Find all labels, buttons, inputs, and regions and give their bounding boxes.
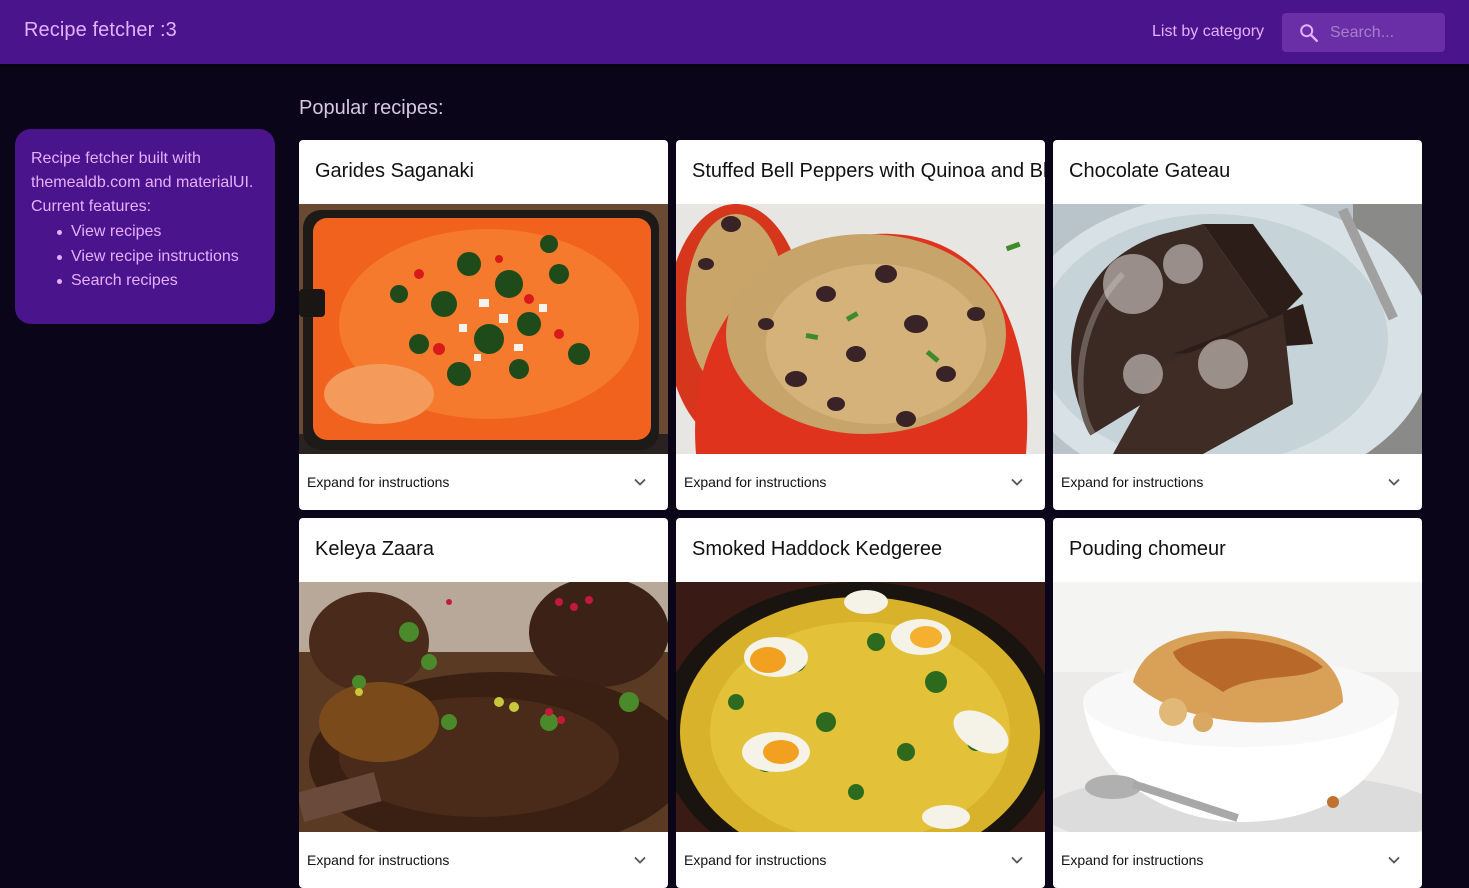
- expand-instructions-button[interactable]: Expand for instructions: [676, 454, 1045, 510]
- recipe-title: Keleya Zaara: [315, 538, 434, 560]
- app-bar: Recipe fetcher :3 List by category: [0, 0, 1469, 64]
- recipe-card[interactable]: Pouding chomeur Expand for instructions: [1053, 518, 1422, 888]
- expand-label: Expand for instructions: [684, 474, 827, 490]
- recipe-title: Garides Saganaki: [315, 160, 474, 182]
- chevron-down-icon[interactable]: [632, 474, 648, 490]
- recipe-title: Smoked Haddock Kedgeree: [692, 538, 943, 560]
- expand-instructions-button[interactable]: Expand for instructions: [676, 832, 1045, 888]
- stuffed-bell-peppers-photo: [676, 204, 1045, 454]
- recipe-card[interactable]: Garides Saganaki Expand for instructions: [299, 140, 668, 510]
- chevron-down-icon[interactable]: [1386, 474, 1402, 490]
- search-box[interactable]: [1282, 13, 1445, 52]
- feature-item: Search recipes: [31, 269, 259, 294]
- recipe-card[interactable]: Stuffed Bell Peppers with Quinoa and Bla…: [676, 140, 1045, 510]
- expand-label: Expand for instructions: [1061, 474, 1204, 490]
- section-title: Popular recipes:: [299, 97, 444, 119]
- expand-label: Expand for instructions: [1061, 852, 1204, 868]
- feature-item: View recipe instructions: [31, 245, 259, 270]
- expand-instructions-button[interactable]: Expand for instructions: [299, 454, 668, 510]
- search-icon: [1300, 24, 1318, 42]
- smoked-haddock-kedgeree-photo: [676, 582, 1045, 832]
- recipe-title: Chocolate Gateau: [1069, 160, 1231, 182]
- chocolate-gateau-photo: [1053, 204, 1422, 454]
- keleya-zaara-photo: [299, 582, 668, 832]
- expand-label: Expand for instructions: [684, 852, 827, 868]
- about-line-3: Current features:: [31, 198, 152, 215]
- garides-saganaki-photo: [299, 204, 668, 454]
- about-line-1: Recipe fetcher built with: [31, 150, 201, 167]
- recipe-title: Pouding chomeur: [1069, 538, 1226, 560]
- expand-label: Expand for instructions: [307, 852, 450, 868]
- app-title[interactable]: Recipe fetcher :3: [24, 19, 177, 42]
- recipe-card[interactable]: Smoked Haddock Kedgeree Expand for instr…: [676, 518, 1045, 888]
- about-line-2: themealdb.com and materialUI.: [31, 174, 254, 191]
- expand-instructions-button[interactable]: Expand for instructions: [299, 832, 668, 888]
- list-by-category-link[interactable]: List by category: [1152, 23, 1264, 41]
- feature-item: View recipes: [31, 220, 259, 245]
- chevron-down-icon[interactable]: [1009, 474, 1025, 490]
- expand-instructions-button[interactable]: Expand for instructions: [1053, 454, 1422, 510]
- about-card: Recipe fetcher built with themealdb.com …: [15, 129, 275, 324]
- pouding-chomeur-photo: [1053, 582, 1422, 832]
- recipe-title: Stuffed Bell Peppers with Quinoa and Bla…: [692, 160, 1045, 182]
- chevron-down-icon[interactable]: [632, 852, 648, 868]
- expand-instructions-button[interactable]: Expand for instructions: [1053, 832, 1422, 888]
- chevron-down-icon[interactable]: [1386, 852, 1402, 868]
- recipe-card[interactable]: Chocolate Gateau Expand for instructions: [1053, 140, 1422, 510]
- feature-list: View recipes View recipe instructions Se…: [31, 220, 259, 294]
- recipe-card[interactable]: Keleya Zaara Expand for instructions: [299, 518, 668, 888]
- recipe-grid: Garides Saganaki Expand for instructions…: [299, 140, 1422, 888]
- expand-label: Expand for instructions: [307, 474, 450, 490]
- chevron-down-icon[interactable]: [1009, 852, 1025, 868]
- search-input[interactable]: [1330, 13, 1440, 52]
